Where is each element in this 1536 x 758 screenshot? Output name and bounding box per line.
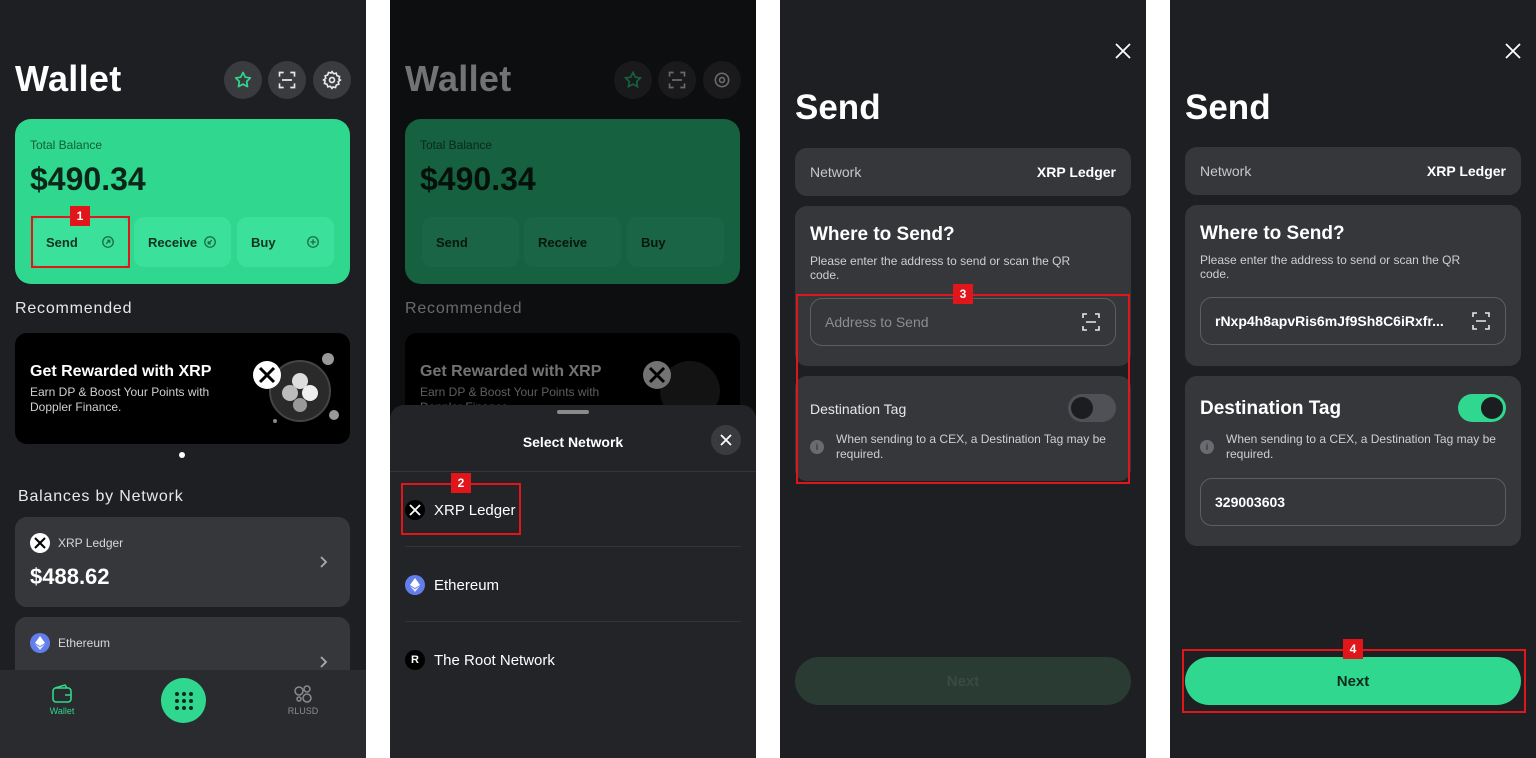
close-button[interactable] (711, 425, 741, 455)
network-option-ethereum[interactable]: Ethereum (405, 575, 499, 595)
address-input[interactable]: rNxp4h8apvRis6mJf9Sh8C6iRxfr... (1200, 297, 1506, 345)
network-selector[interactable]: Network XRP Ledger (1185, 147, 1521, 195)
info-icon: i (1200, 440, 1214, 454)
receive-button[interactable]: Receive (134, 217, 231, 267)
carousel-dot[interactable] (179, 452, 185, 458)
dest-tag-info-text: When sending to a CEX, a Destination Tag… (1226, 432, 1496, 461)
where-title: Where to Send? (810, 224, 955, 245)
promo-illustration (253, 353, 339, 423)
next-button[interactable]: Next (795, 657, 1131, 705)
ethereum-logo-icon (405, 575, 425, 595)
page-title: Wallet (15, 58, 122, 99)
buy-icon (307, 236, 319, 248)
annotation-badge-4: 4 (1343, 639, 1363, 659)
nav-rlusd[interactable]: RLUSD (273, 684, 333, 716)
nav-wallet-label: Wallet (49, 706, 75, 716)
address-value: rNxp4h8apvRis6mJf9Sh8C6iRxfr... (1215, 313, 1444, 329)
network-value: XRP Ledger (1426, 163, 1506, 179)
scan-button[interactable] (268, 61, 306, 99)
root-network-logo-icon: R (405, 650, 425, 670)
send-screen-filled: Send Network XRP Ledger Where to Send? P… (1170, 0, 1536, 758)
annotation-badge-2: 2 (451, 473, 471, 493)
send-screen-empty: Send Network XRP Ledger Where to Send? P… (780, 0, 1146, 758)
buy-label: Buy (251, 234, 276, 250)
chevron-right-icon (320, 556, 328, 568)
balance-label: Total Balance (30, 138, 103, 152)
close-icon[interactable] (1504, 42, 1522, 60)
sheet-grabber[interactable] (557, 410, 589, 414)
scan-icon[interactable] (1471, 311, 1491, 331)
favorites-button[interactable] (224, 61, 262, 99)
page-title: Send (795, 88, 881, 127)
select-network-screen: Wallet Total Balance $490.34 Send Receiv… (390, 0, 756, 758)
dest-tag-label: Destination Tag (1200, 398, 1342, 419)
network-name: XRP Ledger (58, 536, 124, 550)
receive-label: Receive (148, 234, 198, 250)
network-label: Network (810, 164, 862, 180)
network-card-xrp[interactable]: XRP Ledger $488.62 (15, 517, 350, 607)
page-title: Send (1185, 88, 1271, 127)
dest-tag-toggle[interactable] (1458, 394, 1506, 422)
dest-tag-input[interactable]: 329003603 (1200, 478, 1506, 526)
bottom-nav: Wallet RLUSD (0, 670, 366, 758)
network-name: Ethereum (58, 636, 111, 650)
divider (405, 546, 741, 547)
where-subtitle: Please enter the address to send or scan… (1200, 253, 1461, 281)
chevron-right-icon (320, 656, 328, 668)
toggle-knob (1481, 397, 1503, 419)
divider (390, 471, 756, 472)
network-value: XRP Ledger (1036, 164, 1116, 180)
balances-title: Balances by Network (18, 488, 184, 505)
divider (405, 621, 741, 622)
buy-button[interactable]: Buy (237, 217, 334, 267)
annotation-badge-3: 3 (953, 284, 973, 304)
ethereum-logo-icon (30, 633, 50, 653)
annotation-badge-1: 1 (70, 206, 90, 226)
where-subtitle: Please enter the address to send or scan… (810, 254, 1071, 282)
dest-tag-value: 329003603 (1215, 494, 1286, 510)
promo-subtitle: Earn DP & Boost Your Points with Doppler… (30, 385, 210, 414)
select-network-sheet: Select Network XRP Ledger Ethereum R The… (390, 405, 756, 758)
menu-fab-button[interactable] (161, 678, 206, 723)
where-title: Where to Send? (1200, 223, 1345, 244)
promo-title: Get Rewarded with XRP (30, 363, 212, 380)
network-option-label: Ethereum (434, 576, 500, 594)
grid-icon (174, 691, 193, 710)
nav-rlusd-label: RLUSD (287, 706, 319, 716)
recommended-title: Recommended (15, 300, 133, 317)
where-to-send-panel: Where to Send? Please enter the address … (1185, 205, 1521, 366)
wallet-screen: Wallet Total Balance $490.34 Send Receiv… (0, 0, 366, 758)
network-label: Network (1200, 163, 1252, 179)
close-icon (720, 434, 732, 446)
close-icon[interactable] (1114, 42, 1132, 60)
balance-value: $490.34 (30, 161, 146, 197)
scan-icon (278, 71, 296, 89)
annotation-box-3 (796, 294, 1130, 484)
wallet-icon (52, 684, 72, 703)
network-option-root[interactable]: R The Root Network (405, 650, 555, 670)
network-option-label: The Root Network (434, 651, 555, 669)
dest-tag-info: i When sending to a CEX, a Destination T… (1200, 432, 1506, 462)
sheet-title: Select Network (522, 434, 624, 450)
settings-button[interactable] (313, 61, 351, 99)
network-selector[interactable]: Network XRP Ledger (795, 148, 1131, 196)
xrp-logo-icon (30, 533, 50, 553)
nav-wallet[interactable]: Wallet (32, 684, 92, 716)
rlusd-icon (294, 685, 312, 703)
receive-arrow-icon (204, 236, 216, 248)
network-value: $488.62 (30, 564, 110, 589)
gear-icon (322, 70, 342, 90)
destination-tag-panel: Destination Tag i When sending to a CEX,… (1185, 376, 1521, 546)
star-icon (234, 71, 252, 88)
promo-banner[interactable]: Get Rewarded with XRP Earn DP & Boost Yo… (15, 333, 350, 444)
